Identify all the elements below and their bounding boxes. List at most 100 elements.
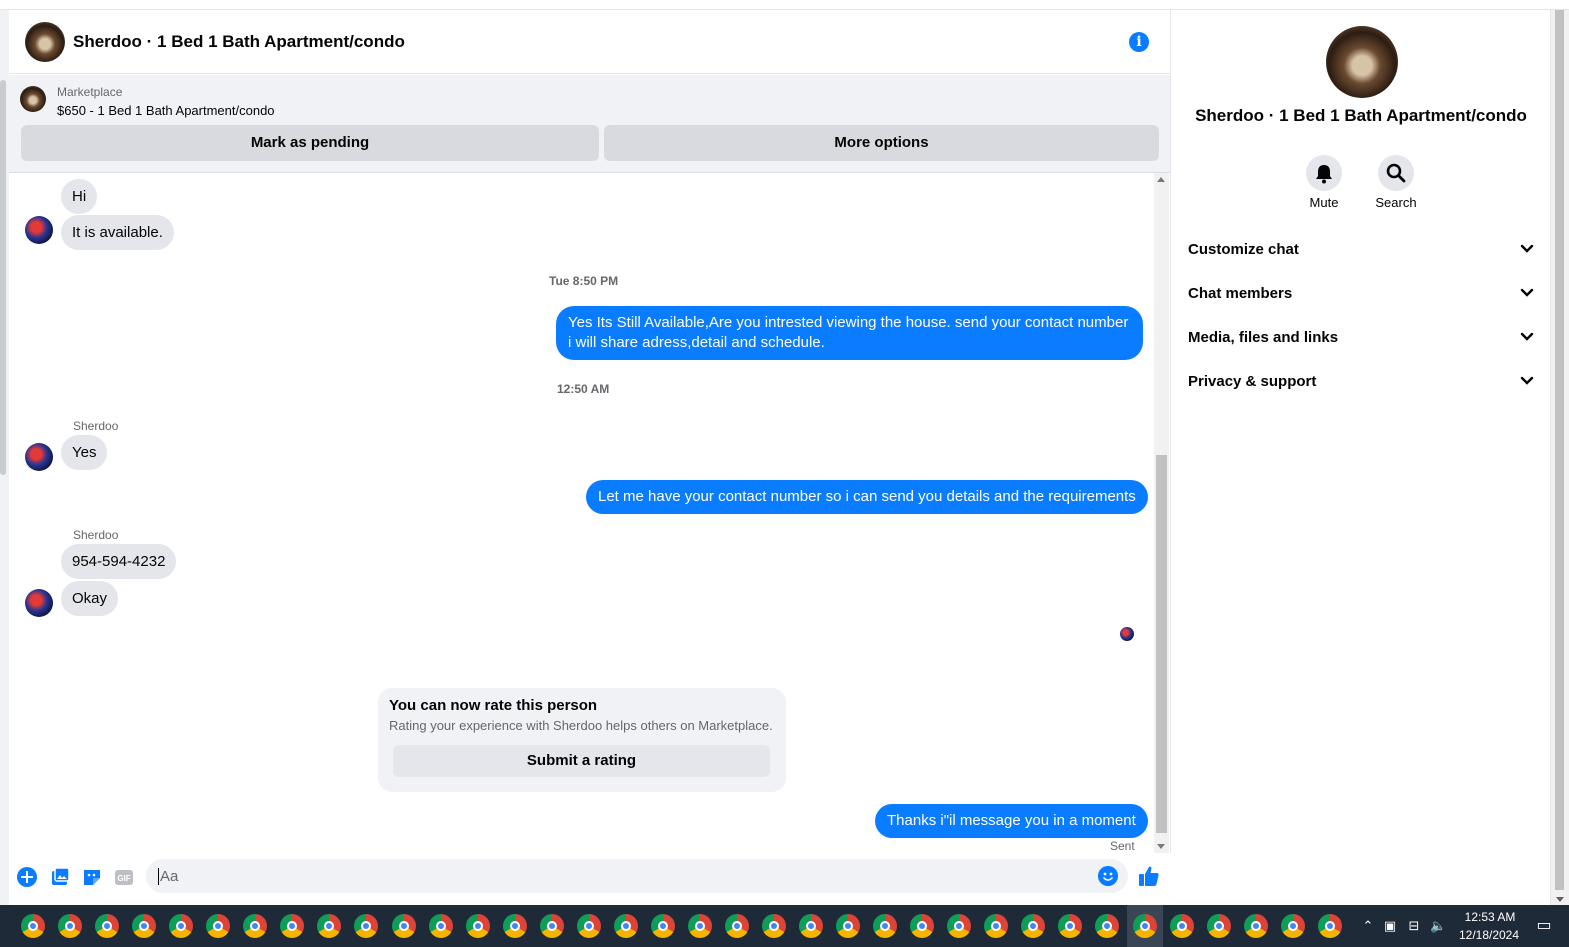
scroll-down-arrow-icon[interactable] — [1556, 897, 1564, 902]
chrome-icon[interactable] — [910, 914, 934, 938]
scroll-up-arrow-icon[interactable] — [1157, 177, 1165, 182]
clock-time[interactable]: 12:53 AM — [1460, 910, 1520, 924]
message-bubble-outgoing[interactable]: Let me have your contact number so i can… — [586, 480, 1148, 514]
sticker-icon[interactable] — [81, 866, 103, 888]
section-label: Chat members — [1188, 285, 1293, 302]
gif-icon[interactable]: GIF — [113, 866, 135, 888]
chrome-icon[interactable] — [1095, 914, 1119, 938]
network-icon[interactable]: ⊟ — [1406, 918, 1422, 934]
message-input-placeholder[interactable]: Aa — [158, 868, 178, 885]
more-options-button[interactable]: More options — [604, 125, 1159, 161]
section-privacy-support[interactable]: Privacy & support — [1188, 367, 1540, 397]
conversation-avatar[interactable] — [25, 22, 65, 62]
chevron-down-icon — [1520, 288, 1534, 297]
chrome-icon[interactable] — [799, 914, 823, 938]
message-input[interactable]: Aa — [146, 859, 1128, 893]
chrome-icon[interactable] — [280, 914, 304, 938]
chrome-icon[interactable] — [95, 914, 119, 938]
chrome-icon[interactable] — [688, 914, 712, 938]
notification-icon[interactable]: ▭ — [1534, 918, 1554, 934]
chrome-icon[interactable] — [317, 914, 341, 938]
chrome-icon[interactable] — [1133, 914, 1157, 938]
chrome-icon[interactable] — [762, 914, 786, 938]
page-scrollbar[interactable] — [1550, 10, 1569, 905]
chrome-icon[interactable] — [429, 914, 453, 938]
chrome-icon[interactable] — [58, 914, 82, 938]
message-bubble-incoming[interactable]: Okay — [61, 581, 119, 616]
chat-scrollbar[interactable] — [1154, 173, 1169, 853]
volume-icon[interactable]: 🔈 — [1430, 918, 1446, 934]
chat-scroll-thumb[interactable] — [1156, 455, 1167, 833]
sender-name: Sherdoo — [73, 528, 119, 542]
conversation-title[interactable]: Sherdoo · 1 Bed 1 Bath Apartment/condo — [73, 32, 405, 52]
listing-price-title[interactable]: $650 - 1 Bed 1 Bath Apartment/condo — [57, 103, 275, 118]
section-media-files-links[interactable]: Media, files and links — [1188, 323, 1540, 353]
chrome-icon[interactable] — [1058, 914, 1082, 938]
mute-button[interactable] — [1306, 155, 1342, 191]
page-scroll-thumb[interactable] — [1555, 10, 1564, 890]
chrome-icon[interactable] — [503, 914, 527, 938]
chevron-down-icon — [1520, 332, 1534, 341]
message-bubble-incoming[interactable]: It is available. — [61, 215, 174, 250]
chrome-icon[interactable] — [836, 914, 860, 938]
scroll-down-arrow-icon[interactable] — [1157, 844, 1165, 849]
left-scroll-thumb[interactable] — [0, 80, 6, 475]
message-bubble-incoming[interactable]: Yes — [61, 435, 108, 470]
emoji-icon[interactable] — [1098, 866, 1118, 886]
chrome-icon[interactable] — [651, 914, 675, 938]
system-tray: ⌃ ▣ ⊟ 🔈 12:53 AM 12/18/2024 ▭ — [1358, 905, 1569, 947]
section-chat-members[interactable]: Chat members — [1188, 279, 1540, 309]
chrome-icon[interactable] — [614, 914, 638, 938]
clock-date[interactable]: 12/18/2024 — [1454, 928, 1524, 942]
search-button[interactable] — [1378, 155, 1414, 191]
chrome-icon[interactable] — [1281, 914, 1305, 938]
chrome-icon[interactable] — [947, 914, 971, 938]
chrome-icon[interactable] — [243, 914, 267, 938]
message-bubble-outgoing[interactable]: Thanks i"il message you in a moment — [875, 804, 1148, 838]
chrome-icon[interactable] — [577, 914, 601, 938]
message-bubble-incoming[interactable]: Hi — [61, 179, 98, 214]
image-icon[interactable] — [49, 866, 71, 888]
chrome-icon[interactable] — [1021, 914, 1045, 938]
chrome-icon[interactable] — [392, 914, 416, 938]
chrome-icon[interactable] — [466, 914, 490, 938]
sender-avatar[interactable] — [25, 443, 53, 471]
sender-avatar[interactable] — [25, 216, 53, 244]
section-customize-chat[interactable]: Customize chat — [1188, 235, 1540, 265]
sender-avatar[interactable] — [25, 589, 53, 617]
submit-rating-button[interactable]: Submit a rating — [393, 745, 770, 777]
windows-taskbar: ⌃ ▣ ⊟ 🔈 12:53 AM 12/18/2024 ▭ — [0, 905, 1569, 947]
info-icon[interactable]: i — [1129, 32, 1149, 52]
chrome-icon[interactable] — [1318, 914, 1342, 938]
left-scroll-edge[interactable] — [0, 10, 9, 905]
mark-as-pending-button[interactable]: Mark as pending — [21, 125, 599, 161]
chrome-icon[interactable] — [540, 914, 564, 938]
chrome-icon[interactable] — [873, 914, 897, 938]
sent-status: Sent — [1110, 839, 1135, 853]
chrome-icon[interactable] — [1170, 914, 1194, 938]
meet-icon[interactable]: ▣ — [1382, 918, 1398, 934]
chrome-icon[interactable] — [354, 914, 378, 938]
rating-description: Rating your experience with Sherdoo help… — [389, 718, 773, 733]
message-bubble-incoming[interactable]: 954-594-4232 — [61, 544, 177, 579]
details-avatar[interactable] — [1326, 26, 1398, 98]
rating-card: You can now rate this person Rating your… — [378, 688, 786, 792]
search-label: Search — [1375, 195, 1417, 210]
thumbs-up-icon[interactable] — [1137, 864, 1161, 888]
plus-icon[interactable] — [16, 866, 38, 888]
message-bubble-outgoing[interactable]: Yes Its Still Available,Are you intreste… — [556, 306, 1143, 360]
chevron-up-icon[interactable]: ⌃ — [1360, 918, 1376, 934]
chrome-icon[interactable] — [1244, 914, 1268, 938]
chrome-icon[interactable] — [132, 914, 156, 938]
chrome-icon[interactable] — [21, 914, 45, 938]
message-list[interactable]: Hi It is available. Tue 8:50 PM Yes Its … — [9, 173, 1155, 853]
details-title: Sherdoo · 1 Bed 1 Bath Apartment/condo — [1195, 106, 1527, 125]
chrome-icon[interactable] — [1207, 914, 1231, 938]
chrome-icon[interactable] — [725, 914, 749, 938]
listing-thumbnail[interactable] — [20, 86, 46, 112]
chrome-icon[interactable] — [984, 914, 1008, 938]
chrome-icon[interactable] — [206, 914, 230, 938]
section-label: Media, files and links — [1188, 329, 1339, 346]
chrome-icon[interactable] — [169, 914, 193, 938]
browser-top-strip — [0, 0, 1569, 10]
